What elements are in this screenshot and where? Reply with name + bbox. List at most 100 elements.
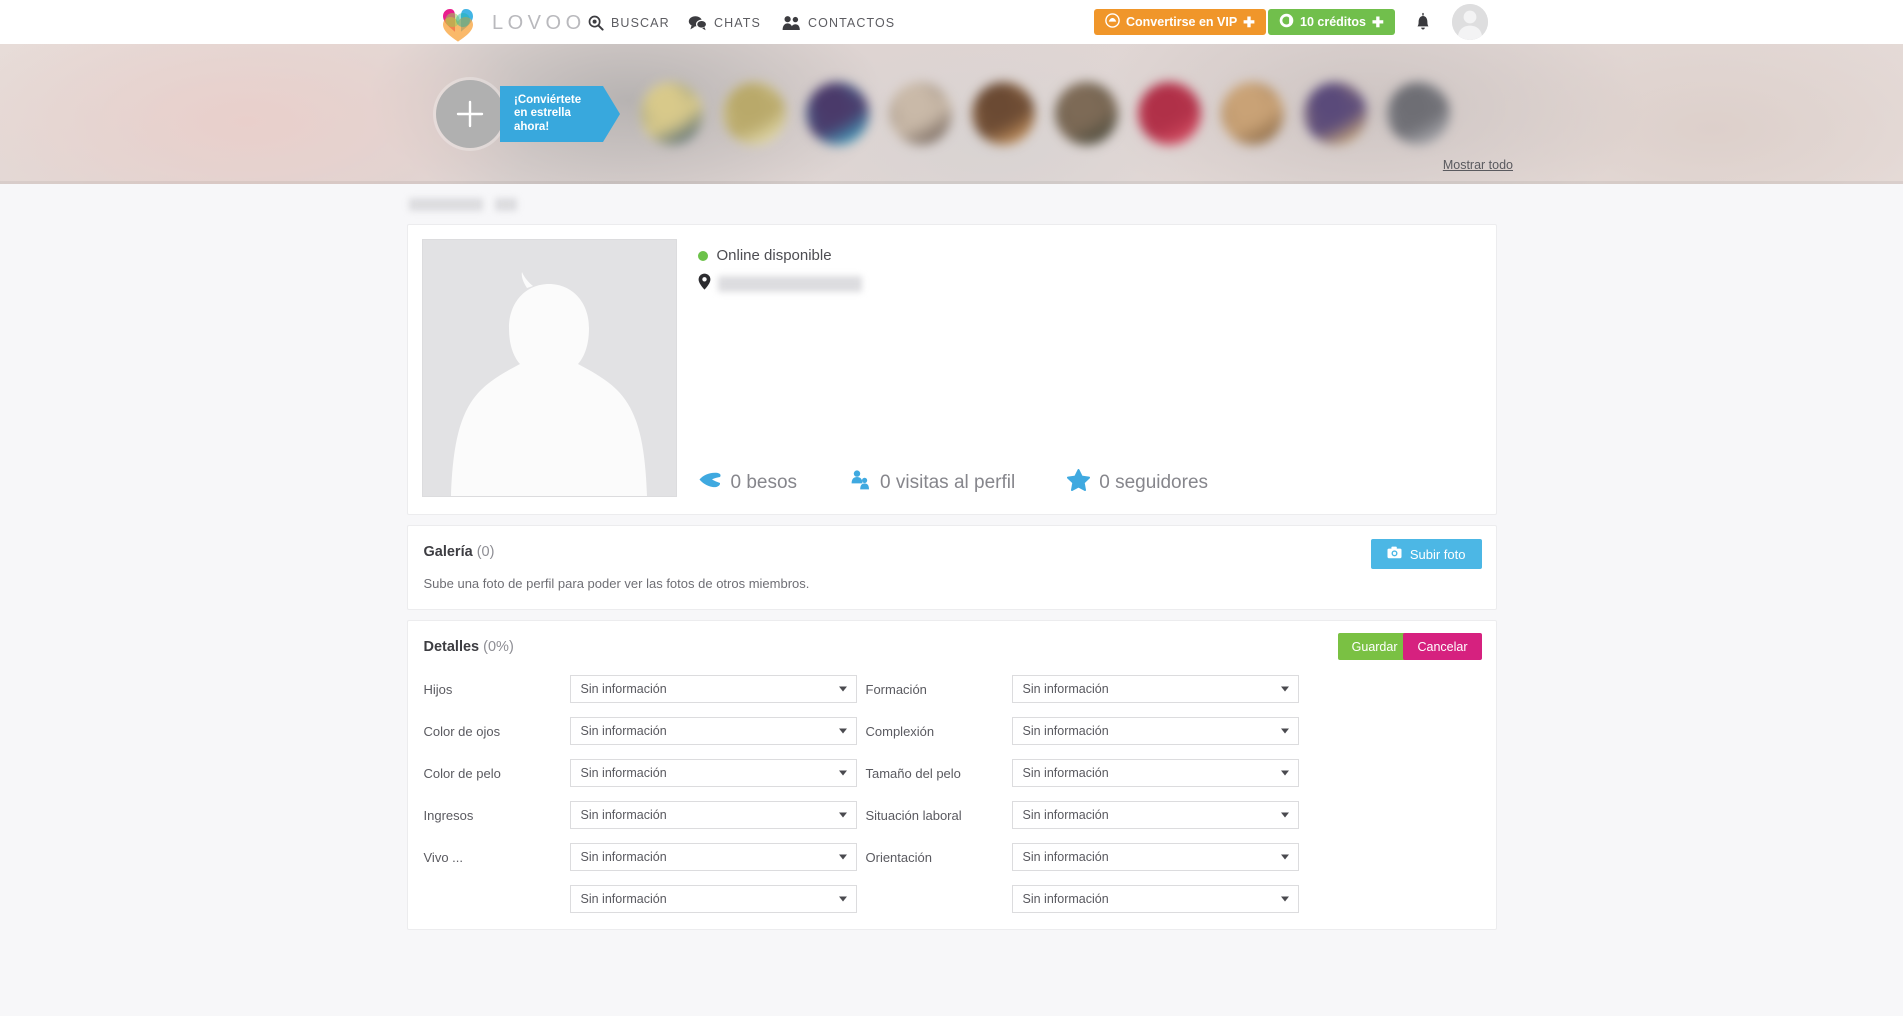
field-select-value: Sin información [1022,892,1109,906]
search-icon [588,15,604,31]
chat-bubbles-icon [688,15,707,31]
add-photo-plus-icon[interactable] [436,80,504,148]
save-button[interactable]: Guardar [1337,633,1412,660]
vip-crown-icon [1105,13,1120,31]
field-select-value: Sin información [580,808,667,822]
field-select-value: Sin información [1022,766,1109,780]
nav-item-chats[interactable]: CHATS [688,13,761,33]
featured-user-avatar[interactable] [640,82,703,145]
field-select-value: Sin información [1022,850,1109,864]
credits-button[interactable]: 10 créditos ✚ [1268,9,1395,35]
become-star-ribbon[interactable]: ¡Conviértete en estrella ahora! [500,86,621,142]
featured-user-avatar[interactable] [723,82,786,145]
featured-users-strip [640,82,1450,146]
online-status: Online disponible [697,247,832,264]
profile-location [698,273,862,295]
person-silhouette-icon [422,240,676,496]
featured-user-avatar[interactable] [972,82,1035,145]
notification-bell-icon[interactable] [1412,11,1434,33]
top-navigation-bar: LOVOO BUSCAR CHATS CONTACTOS Convertirse… [0,0,1903,44]
page-body: Online disponible 0 besos 0 visitas al p… [0,184,1903,1016]
credits-label: 10 créditos [1300,15,1367,29]
profile-visits-icon [849,470,871,495]
field-select[interactable]: Sin información [1011,885,1299,913]
chevron-down-icon [1280,770,1289,776]
field-select-value: Sin información [580,850,667,864]
profile-age-redacted [494,197,517,211]
field-select-value: Sin información [1022,724,1109,738]
field-select-value: Sin información [580,724,667,738]
nav-item-buscar[interactable]: BUSCAR [588,13,670,33]
chevron-down-icon [838,854,847,860]
field-label: Formación [865,681,927,697]
field-select[interactable]: Sin información [1011,843,1299,871]
stat-besos[interactable]: 0 besos [698,471,798,494]
stat-seguidores[interactable]: 0 seguidores [1067,469,1208,496]
nav-item-contactos[interactable]: CONTACTOS [782,13,895,33]
upload-photo-label: Subir foto [1409,546,1466,562]
show-all-link[interactable]: Mostrar todo [1443,158,1513,172]
upload-photo-button[interactable]: Subir foto [1370,539,1482,569]
star-icon [1067,469,1091,496]
become-star-line2: en estrella [514,107,571,120]
stat-besos-label: 0 besos [730,471,798,493]
camera-icon [1387,546,1402,562]
location-pin-icon [698,273,711,295]
featured-user-avatar[interactable] [1221,82,1284,145]
field-select-value: Sin información [1022,808,1109,822]
user-avatar-placeholder-icon [1452,4,1488,40]
field-select[interactable]: Sin información [1011,759,1299,787]
stat-visitas[interactable]: 0 visitas al perfil [849,470,1015,495]
become-vip-button[interactable]: Convertirse en VIP ✚ [1094,9,1266,35]
chevron-down-icon [1280,686,1289,692]
lovoo-logo-icon[interactable] [437,3,479,45]
field-select[interactable]: Sin información [569,801,857,829]
chevron-down-icon [1280,812,1289,818]
credits-plus-icon: ✚ [1372,14,1384,30]
featured-user-avatar[interactable] [889,82,952,145]
profile-summary-card: Online disponible 0 besos 0 visitas al p… [406,224,1497,515]
field-select[interactable]: Sin información [569,717,857,745]
featured-user-avatar[interactable] [806,82,869,145]
field-label: Orientación [865,849,932,865]
vip-plus-icon: ✚ [1243,14,1255,30]
field-select[interactable]: Sin información [1011,801,1299,829]
field-select[interactable]: Sin información [569,843,857,871]
chevron-down-icon [1280,854,1289,860]
stat-visitas-label: 0 visitas al perfil [880,471,1016,493]
user-avatar[interactable] [1452,4,1488,40]
details-form-grid: Hijos Sin información Formación Sin informa… [424,675,1480,913]
chevron-down-icon [838,896,847,902]
featured-user-avatar[interactable] [1304,82,1367,145]
contacts-icon [782,15,801,31]
field-select[interactable]: Sin información [569,885,857,913]
gallery-card: Galería (0) Sube una foto de perfil para… [406,525,1497,610]
featured-user-avatar[interactable] [1055,82,1118,145]
details-card: Detalles (0%) Guardar Cancelar Hijos Sin … [406,620,1497,930]
cancel-button[interactable]: Cancelar [1403,633,1482,660]
featured-user-avatar[interactable] [1387,82,1450,145]
field-select[interactable]: Sin información [1011,675,1299,703]
become-vip-label: Convertirse en VIP [1126,15,1238,29]
field-label: Complexión [865,723,935,739]
profile-name-redacted [408,197,483,211]
become-star-cta[interactable]: ¡Conviértete en estrella ahora! [436,80,621,148]
nav-item-buscar-label: BUSCAR [611,16,670,30]
chevron-down-icon [838,770,847,776]
field-select[interactable]: Sin información [569,675,857,703]
brand-name[interactable]: LOVOO [492,12,586,35]
field-label: Situación laboral [865,807,962,823]
field-select[interactable]: Sin información [569,759,857,787]
field-select[interactable]: Sin información [1011,717,1299,745]
field-label: Vivo ... [423,849,464,865]
details-title-text: Detalles [423,639,480,655]
become-star-line1: ¡Conviértete [514,93,582,106]
online-status-label: Online disponible [716,247,832,264]
chevron-down-icon [838,686,847,692]
chevron-down-icon [1280,896,1289,902]
profile-photo-placeholder[interactable] [421,239,677,497]
featured-user-avatar[interactable] [1138,82,1201,145]
profile-location-redacted [717,276,862,292]
field-select-value: Sin información [1022,682,1109,696]
field-select-value: Sin información [580,682,667,696]
